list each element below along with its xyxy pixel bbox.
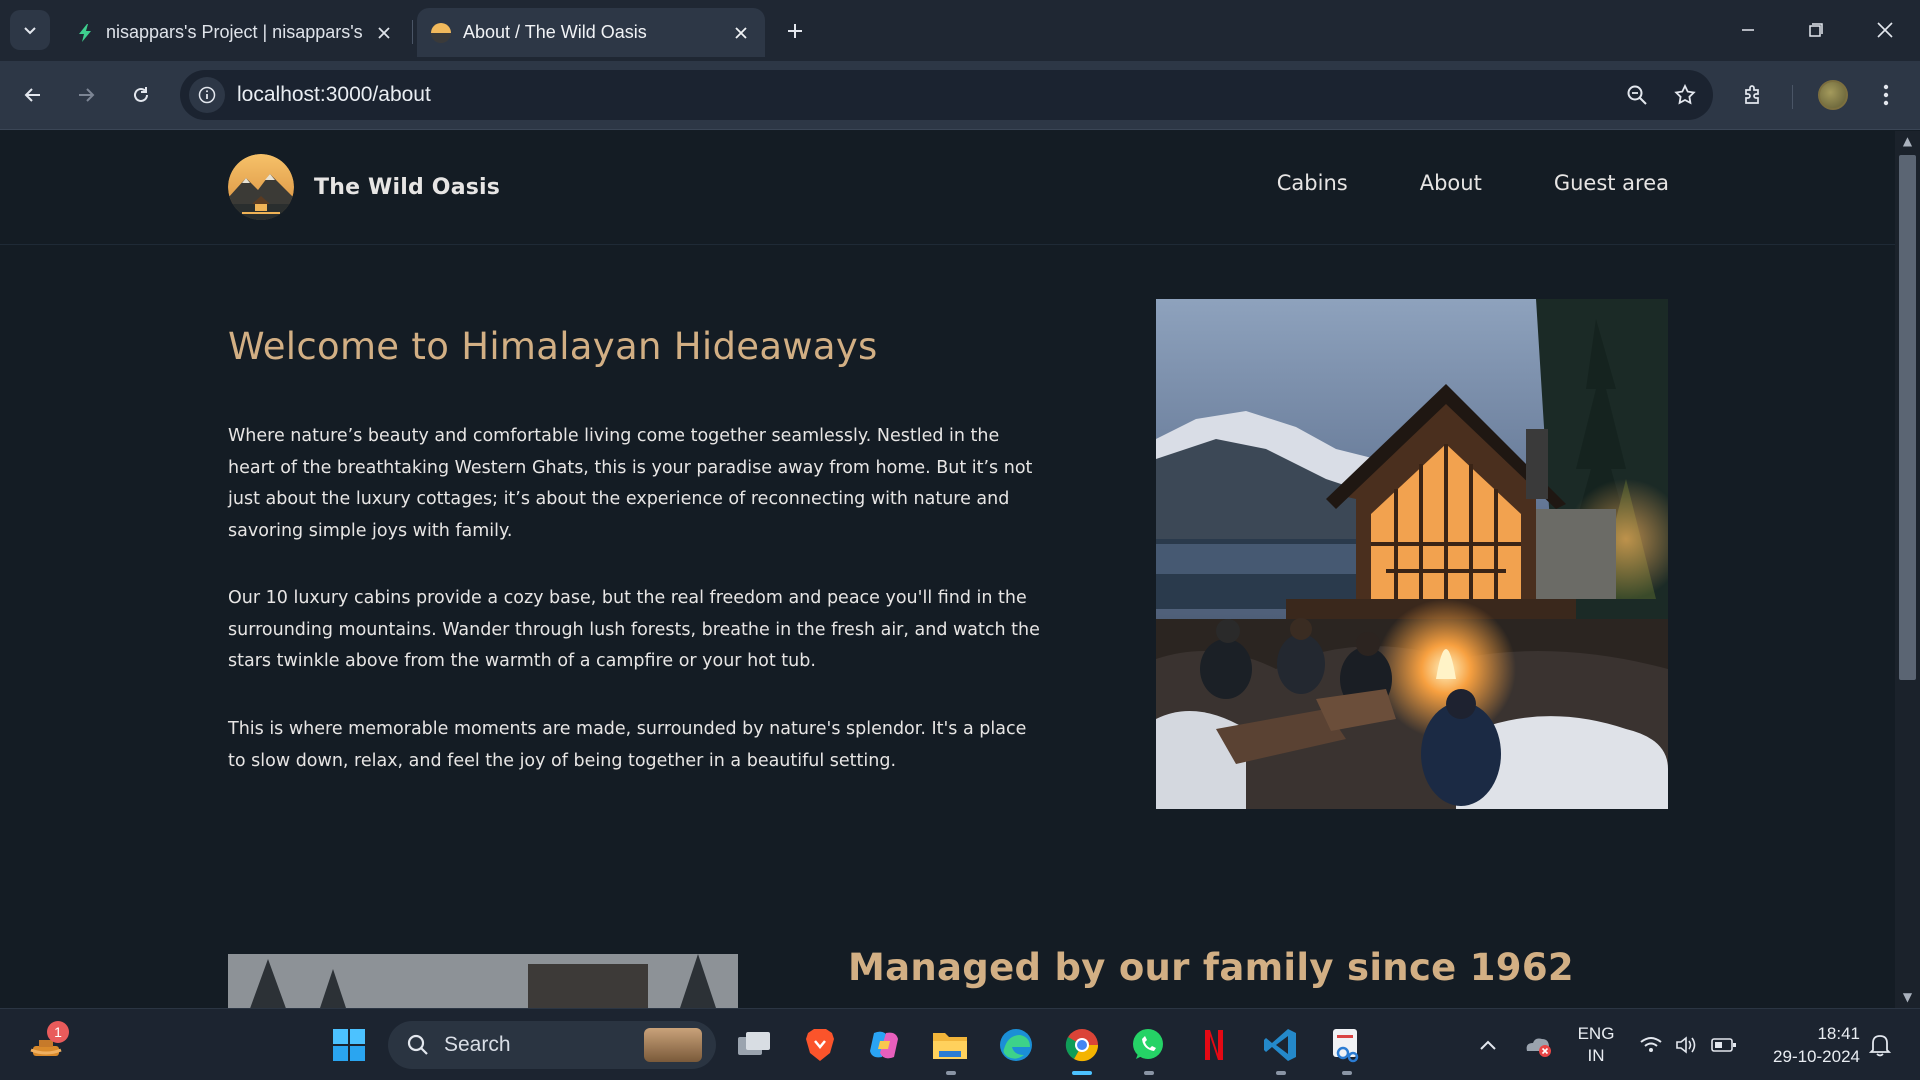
search-label: Search	[444, 1033, 511, 1056]
site-logo-link[interactable]: The Wild Oasis	[228, 154, 500, 220]
bookmark-star-icon[interactable]	[1665, 75, 1705, 115]
plus-icon	[788, 24, 802, 38]
windows-taskbar: 1 Search ENG IN 18:41 29-10-2024	[0, 1008, 1920, 1080]
clock-date: 29-10-2024	[1773, 1047, 1860, 1066]
restore-icon	[1809, 23, 1823, 37]
battery-icon[interactable]	[1708, 1021, 1740, 1069]
tab-nisappars-project[interactable]: nisappars's Project | nisappars's	[62, 8, 408, 57]
about-paragraph: Where nature’s beauty and comfortable li…	[228, 426, 1033, 541]
clock[interactable]: 18:41 29-10-2024	[1750, 1022, 1860, 1068]
taskbar-search-box[interactable]: Search	[388, 1021, 716, 1069]
volume-icon[interactable]	[1672, 1021, 1702, 1069]
minimize-icon	[1742, 29, 1754, 31]
extensions-icon[interactable]	[1733, 75, 1773, 115]
nav-link-guest-area[interactable]: Guest area	[1554, 171, 1669, 195]
wifi-icon[interactable]	[1636, 1021, 1666, 1069]
task-view-icon[interactable]	[730, 1021, 778, 1069]
edge-browser-icon[interactable]	[992, 1021, 1040, 1069]
language-indicator[interactable]: ENG IN	[1568, 1023, 1624, 1067]
vscode-icon[interactable]	[1256, 1021, 1304, 1069]
close-window-button[interactable]	[1857, 8, 1913, 52]
back-button[interactable]	[13, 75, 53, 115]
netflix-icon[interactable]	[1190, 1021, 1238, 1069]
running-indicator	[946, 1071, 956, 1075]
scroll-down-arrow-icon[interactable]: ▼	[1899, 989, 1916, 1005]
tab-about-wild-oasis[interactable]: About / The Wild Oasis	[417, 8, 765, 57]
arrow-right-icon	[79, 88, 95, 102]
chevron-down-icon	[24, 27, 36, 35]
reload-button[interactable]	[121, 75, 161, 115]
search-highlight-image	[644, 1028, 702, 1062]
more-menu-icon[interactable]	[1866, 75, 1906, 115]
logo-image	[228, 154, 294, 220]
running-indicator	[1276, 1071, 1286, 1075]
scroll-thumb[interactable]	[1899, 155, 1916, 680]
about-paragraph: Our 10 luxury cabins provide a cozy base…	[228, 588, 1040, 671]
show-hidden-icons-chevron-up-icon[interactable]	[1466, 1021, 1510, 1069]
close-icon	[1877, 22, 1893, 38]
browser-tab-bar: nisappars's Project | nisappars's About …	[0, 0, 1920, 61]
about-title: Welcome to Himalayan Hideaways	[228, 325, 878, 368]
page-viewport: The Wild Oasis Cabins About Guest area W…	[0, 131, 1895, 1008]
profile-avatar[interactable]	[1813, 75, 1853, 115]
logo-text: The Wild Oasis	[314, 174, 501, 200]
nav-link-about[interactable]: About	[1420, 171, 1482, 195]
minimize-button[interactable]	[1720, 8, 1776, 52]
site-favicon-icon	[431, 22, 451, 43]
notifications-bell-icon[interactable]	[1862, 1021, 1898, 1069]
onedrive-offline-icon[interactable]	[1514, 1021, 1562, 1069]
forward-button[interactable]	[66, 75, 106, 115]
search-icon	[407, 1034, 428, 1055]
close-tab-icon[interactable]	[372, 21, 396, 45]
clock-time: 18:41	[1817, 1024, 1860, 1043]
tab-title: nisappars's Project | nisappars's	[106, 22, 363, 42]
main-nav: Cabins About Guest area	[1277, 171, 1669, 195]
file-explorer-icon[interactable]	[926, 1021, 974, 1069]
url-text[interactable]: localhost:3000/about	[237, 83, 1617, 107]
notification-badge: 1	[47, 1021, 69, 1043]
copilot-icon[interactable]	[860, 1021, 908, 1069]
tab-divider	[412, 20, 413, 44]
windows-logo-icon	[333, 1029, 365, 1061]
cabin-campfire-image	[1156, 299, 1668, 809]
scroll-up-arrow-icon[interactable]: ▲	[1899, 133, 1916, 149]
address-bar[interactable]: localhost:3000/about	[180, 70, 1713, 120]
browser-toolbar: localhost:3000/about	[0, 61, 1920, 130]
close-tab-icon[interactable]	[729, 21, 753, 45]
nav-link-cabins[interactable]: Cabins	[1277, 171, 1348, 195]
active-app-indicator	[1072, 1071, 1092, 1075]
running-indicator	[1144, 1071, 1154, 1075]
reload-icon	[134, 87, 148, 102]
region-code: IN	[1587, 1046, 1605, 1065]
site-header: The Wild Oasis Cabins About Guest area	[0, 131, 1895, 245]
family-image	[228, 954, 738, 1008]
start-button[interactable]	[325, 1021, 373, 1069]
section-title-family: Managed by our family since 1962	[848, 946, 1574, 989]
zoom-icon[interactable]	[1617, 75, 1657, 115]
toolbar-separator	[1792, 85, 1793, 109]
restore-button[interactable]	[1788, 8, 1844, 52]
whatsapp-icon[interactable]	[1124, 1021, 1172, 1069]
about-paragraph: This is where memorable moments are made…	[228, 719, 1027, 771]
brave-browser-icon[interactable]	[796, 1021, 844, 1069]
chrome-browser-icon[interactable]	[1058, 1021, 1106, 1069]
snipping-tool-icon[interactable]	[1322, 1021, 1370, 1069]
new-tab-button[interactable]	[778, 14, 812, 48]
site-info-icon[interactable]	[189, 77, 225, 113]
arrow-left-icon	[24, 88, 40, 102]
running-indicator	[1342, 1071, 1352, 1075]
tab-search-button[interactable]	[10, 10, 50, 50]
bolt-icon	[79, 23, 91, 42]
tab-title: About / The Wild Oasis	[463, 22, 647, 42]
language-code: ENG	[1577, 1024, 1615, 1043]
